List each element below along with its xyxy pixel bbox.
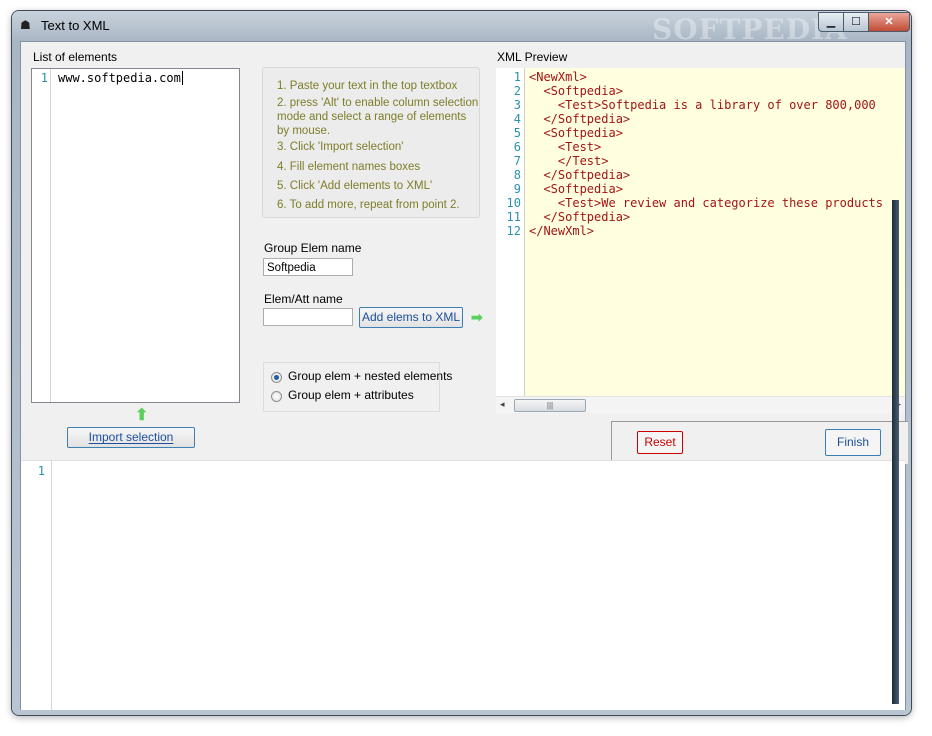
scroll-left-icon[interactable]: ◂ [500,399,505,410]
xml-line: </Softpedia> [529,112,631,126]
mode-radio-group: Group elem + nested elements Group elem … [263,362,452,412]
line-number: 8 [513,168,521,182]
xml-line: </Test> [529,154,609,168]
instruction-step: 2. press 'Alt' to enable column selectio… [277,97,479,109]
instruction-step: mode and select a range of elements [277,111,467,123]
group-elem-name-label: Group Elem name [264,241,362,255]
action-panel: Reset Finish [611,421,908,464]
client-area: List of elements 1 www.softpedia.com ⬆ I… [20,41,908,710]
line-number: 2 [513,84,521,98]
xml-line: </Softpedia> [529,210,631,224]
code-line: www.softpedia.com [58,71,183,85]
xml-preview-label: XML Preview [497,50,568,64]
instruction-step: 1. Paste your text in the top textbox [277,80,458,92]
scroll-thumb[interactable]: ||| [514,399,586,412]
maximize-button[interactable]: ☐ [843,12,869,32]
preview-code: <NewXml> <Softpedia> <Test>Softpedia is … [529,70,905,238]
xml-preview-editor[interactable]: 1 2 3 4 5 6 7 8 9 10 11 12 <NewXml> <Sof… [496,68,905,412]
window-edge-shadow [892,200,899,704]
instruction-step: 6. To add more, repeat from point 2. [277,199,460,211]
arrow-right-icon: ➡ [471,309,483,325]
arrow-up-icon: ⬆ [135,407,149,424]
preview-gutter: 1 2 3 4 5 6 7 8 9 10 11 12 [496,68,525,412]
instruction-step: 4. Fill element names boxes [277,161,421,173]
group-elem-name-input[interactable]: Softpedia [263,258,353,276]
attributes-label[interactable]: Group elem + attributes [288,388,414,402]
line-number: 7 [513,154,521,168]
line-number: 1 [513,70,521,84]
elements-gutter: 1 [32,69,51,402]
hat-icon: ☗ [20,18,31,32]
line-number: 9 [513,182,521,196]
source-gutter: 1 [21,461,52,710]
import-selection-button[interactable]: Import selection [67,427,195,448]
instruction-step: 5. Click 'Add elements to XML' [277,180,433,192]
xml-line: <Softpedia> [529,182,623,196]
line-number: 1 [37,464,45,478]
main-window: ☗ Text to XML SOFTPEDIA ▁ ☐ ✕ List of el… [12,11,911,715]
nested-elements-radio[interactable] [271,372,282,383]
preview-horizontal-scrollbar[interactable]: ◂ ||| ▸ [496,396,905,413]
line-number: 12 [506,224,521,238]
elem-att-name-input[interactable] [263,308,353,326]
xml-line: <Test>We review and categorize these pro… [529,196,884,210]
line-number: 4 [513,112,521,126]
line-number: 1 [40,71,48,85]
list-of-elements-label: List of elements [33,50,118,64]
close-button[interactable]: ✕ [868,12,910,32]
xml-line: <NewXml> [529,70,587,84]
xml-line: <Test>Softpedia is a library of over 800… [529,98,876,112]
elements-editor[interactable]: 1 www.softpedia.com [31,68,240,403]
minimize-button[interactable]: ▁ [818,12,844,32]
elements-text: www.softpedia.com [58,71,183,85]
add-elems-to-xml-button[interactable]: Add elems to XML [359,307,463,328]
window-title: Text to XML [41,18,110,33]
xml-line: <Softpedia> [529,84,623,98]
line-number: 10 [506,196,521,210]
instructions-box: 1. Paste your text in the top textbox 2.… [262,67,480,218]
xml-line: <Softpedia> [529,126,623,140]
instruction-step: 3. Click 'Import selection' [277,141,404,153]
line-number: 5 [513,126,521,140]
xml-line: </NewXml> [529,224,595,238]
title-bar[interactable]: ☗ Text to XML SOFTPEDIA ▁ ☐ ✕ [12,11,911,46]
nested-elements-label[interactable]: Group elem + nested elements [288,369,452,383]
line-number: 3 [513,98,521,112]
xml-line: <Test> [529,140,602,154]
instruction-step: by mouse. [277,125,331,137]
finish-button[interactable]: Finish [825,429,881,456]
line-number: 6 [513,140,521,154]
attributes-radio[interactable] [271,391,282,402]
reset-button[interactable]: Reset [637,431,683,454]
xml-line: </Softpedia> [529,168,631,182]
elem-att-name-label: Elem/Att name [264,292,343,306]
line-number: 11 [506,210,521,224]
source-editor[interactable]: 1 [21,460,905,710]
